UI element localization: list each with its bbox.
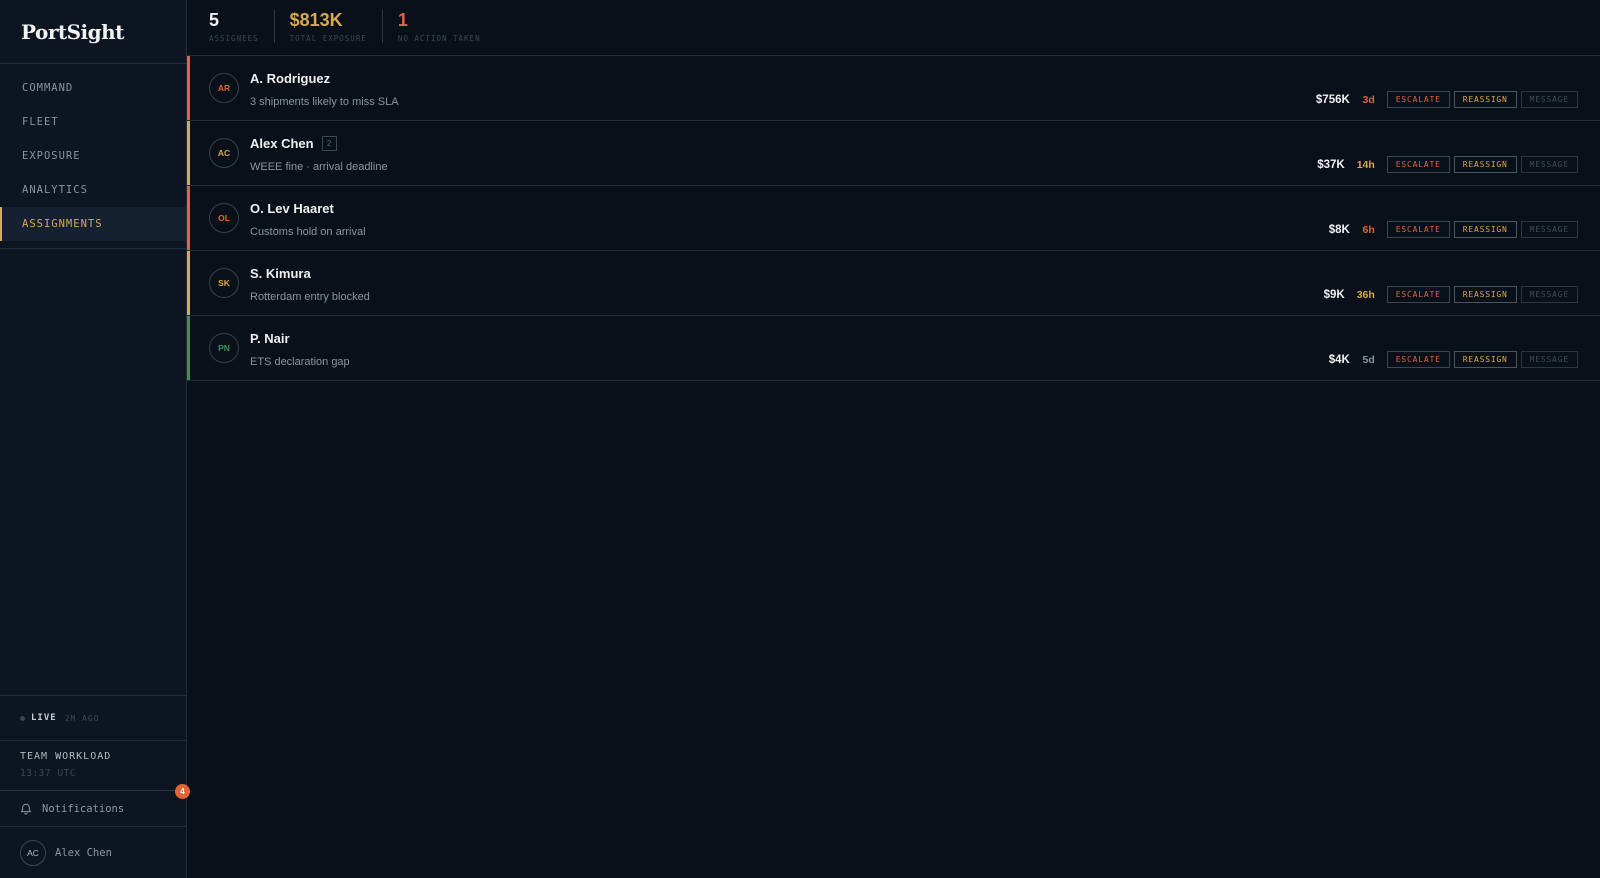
live-dot-icon [20,715,25,721]
main-nav: COMMAND FLEET EXPOSURE ANALYTICS ASSIGNMENTS [0,64,186,249]
user-profile[interactable]: AC Alex Chen [0,826,186,878]
stat-assignees: 5 ASSIGNEES [209,10,275,43]
exposure-amount: $8K [1328,223,1350,236]
bell-icon [20,803,32,814]
app-logo[interactable]: PortSight [0,0,186,64]
exposure-amount: $756K [1315,93,1350,106]
severity-bar [187,316,190,380]
assignee-name[interactable]: O. Lev Haaret [250,201,334,216]
severity-bar [187,121,190,185]
assignee-name-line: A. Rodriguez [250,71,1600,86]
live-label: LIVE [31,713,57,723]
escalate-button[interactable]: ESCALATE [1386,221,1450,238]
assignee-name-line: P. Nair [250,331,1600,346]
message-button[interactable]: MESSAGE [1520,286,1578,303]
severity-bar [187,56,190,120]
avatar: PN [209,333,239,363]
stat-label: ASSIGNEES [209,34,259,43]
row-actions: $8K 6h ESCALATE REASSIGN MESSAGE [1329,221,1578,238]
assignee-name[interactable]: Alex Chen [250,136,314,151]
avatar: OL [209,203,239,233]
workload-title: TEAM WORKLOAD [20,751,112,762]
avatar: AC [20,839,46,866]
table-row[interactable]: AC Alex Chen 2 WEEE fine · arrival deadl… [187,121,1600,186]
escalate-button[interactable]: ESCALATE [1386,351,1450,368]
escalate-button[interactable]: ESCALATE [1386,286,1450,303]
sidebar-item-fleet[interactable]: FLEET [0,105,186,139]
stat-label: NO ACTION TAKEN [397,34,481,43]
user-name: Alex Chen [55,846,112,859]
sidebar-item-assignments[interactable]: ASSIGNMENTS [0,207,186,241]
sidebar-item-command[interactable]: COMMAND [0,71,186,105]
stat-no-action-taken: 1 NO ACTION TAKEN [398,10,496,43]
notifications-button[interactable]: Notifications 4 [0,784,190,826]
message-button[interactable]: MESSAGE [1520,221,1578,238]
assignee-name-line: O. Lev Haaret [250,201,1600,216]
live-status: LIVE 2M AGO [0,695,186,740]
escalate-button[interactable]: ESCALATE [1386,156,1450,173]
time-remaining: 5d [1362,353,1375,366]
exposure-amount: $4K [1328,353,1350,366]
notifications-label: Notifications [42,802,125,815]
assignee-name[interactable]: P. Nair [250,331,290,346]
sidebar: PortSight COMMAND FLEET EXPOSURE ANALYTICS A… [0,0,190,878]
message-button[interactable]: MESSAGE [1520,156,1578,173]
stat-label: TOTAL EXPOSURE [289,34,367,43]
row-actions: $37K 14h ESCALATE REASSIGN MESSAGE [1317,156,1578,173]
escalate-button[interactable]: ESCALATE [1386,91,1450,108]
message-button[interactable]: MESSAGE [1520,351,1578,368]
table-row[interactable]: SK S. Kimura Rotterdam entry blocked $9K… [187,251,1600,316]
time-remaining: 36h [1356,288,1375,301]
sidebar-item-exposure[interactable]: EXPOSURE [0,139,186,173]
row-actions: $4K 5d ESCALATE REASSIGN MESSAGE [1329,351,1578,368]
time-remaining: 6h [1362,223,1375,236]
main-content: 5 ASSIGNEES $813K TOTAL EXPOSURE 1 NO ACTION … [187,0,1600,878]
message-button[interactable]: MESSAGE [1520,91,1578,108]
stat-value: $813K [289,10,343,30]
exposure-amount: $9K [1323,288,1345,301]
row-actions: $9K 36h ESCALATE REASSIGN MESSAGE [1324,286,1578,303]
assignee-list: AR A. Rodriguez 3 shipments likely to mi… [187,56,1600,381]
severity-bar [187,186,190,250]
reassign-button[interactable]: REASSIGN [1453,221,1517,238]
exposure-amount: $37K [1317,158,1345,171]
time-remaining: 14h [1356,158,1375,171]
time-remaining: 3d [1362,93,1375,106]
reassign-button[interactable]: REASSIGN [1453,351,1517,368]
severity-bar [187,251,190,315]
avatar: AR [209,73,239,103]
avatar: AC [209,138,239,168]
assignee-name[interactable]: A. Rodriguez [250,71,330,86]
live-updated-ago: 2M AGO [64,713,100,723]
sidebar-item-analytics[interactable]: ANALYTICS [0,173,186,207]
table-row[interactable]: PN P. Nair ETS declaration gap $4K 5d ES… [187,316,1600,381]
summary-stats: 5 ASSIGNEES $813K TOTAL EXPOSURE 1 NO ACTION … [187,0,1600,56]
avatar: SK [209,268,239,298]
assignment-count-badge: 2 [321,135,337,151]
assignee-name-line: S. Kimura [250,266,1600,281]
workload-time: 13:37 UTC [20,768,76,779]
row-actions: $756K 3d ESCALATE REASSIGN MESSAGE [1316,91,1578,108]
team-workload: TEAM WORKLOAD 13:37 UTC [0,740,186,790]
stat-value: 1 [397,10,408,30]
reassign-button[interactable]: REASSIGN [1453,286,1517,303]
stat-total-exposure: $813K TOTAL EXPOSURE [290,10,383,43]
stat-value: 5 [209,10,220,30]
reassign-button[interactable]: REASSIGN [1453,91,1517,108]
table-row[interactable]: OL O. Lev Haaret Customs hold on arrival… [187,186,1600,251]
assignee-name-line: Alex Chen 2 [250,135,1600,151]
assignee-name[interactable]: S. Kimura [250,266,311,281]
reassign-button[interactable]: REASSIGN [1453,156,1517,173]
table-row[interactable]: AR A. Rodriguez 3 shipments likely to mi… [187,56,1600,121]
